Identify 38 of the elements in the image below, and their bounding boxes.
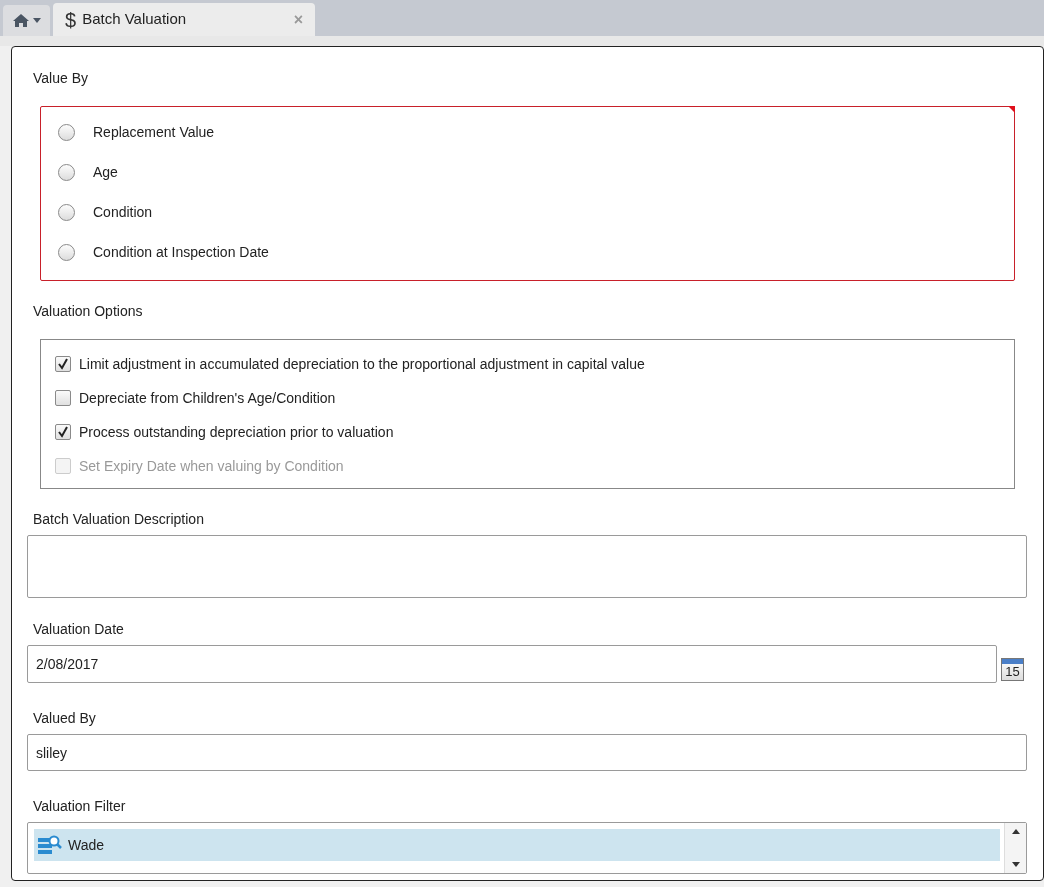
description-field[interactable] bbox=[27, 535, 1027, 598]
checkbox[interactable] bbox=[55, 356, 71, 372]
scroll-up-icon[interactable] bbox=[1011, 829, 1020, 834]
radio-label: Condition at Inspection Date bbox=[93, 242, 269, 262]
caret-icon bbox=[33, 18, 41, 23]
batch-valuation-tab[interactable]: $ Batch Valuation × bbox=[53, 3, 315, 36]
checkbox-label: Depreciate from Children's Age/Condition bbox=[79, 388, 336, 408]
calendar-button[interactable]: 15 bbox=[1001, 657, 1024, 681]
radio-label: Age bbox=[93, 162, 118, 182]
filter-item[interactable]: Wade bbox=[34, 829, 1000, 861]
checkbox-label: Limit adjustment in accumulated depreciation to the proportional adjustment in capital value bbox=[79, 354, 645, 374]
checkbox[interactable] bbox=[55, 424, 71, 440]
date-field[interactable]: 2/08/2017 bbox=[27, 645, 997, 683]
scroll-down-icon[interactable] bbox=[1011, 862, 1020, 867]
filter-label: Wade bbox=[68, 835, 105, 855]
field-label: Batch Valuation Description bbox=[33, 510, 205, 528]
radio-label: Replacement Value bbox=[93, 122, 215, 142]
checkbox-label: Process outstanding depreciation prior to valuation bbox=[79, 422, 394, 442]
field-label: Valuation Filter bbox=[33, 797, 127, 815]
radio-button[interactable] bbox=[58, 203, 75, 221]
radio-button[interactable] bbox=[58, 163, 75, 181]
field-label: Valuation Options bbox=[33, 302, 144, 320]
field-label: Valued By bbox=[33, 709, 97, 727]
radio-button[interactable] bbox=[58, 123, 75, 141]
valued-by-field[interactable]: sliley bbox=[27, 734, 1027, 771]
scrollbar[interactable] bbox=[1004, 823, 1026, 873]
home-icon bbox=[12, 13, 30, 28]
dollar-icon: $ bbox=[65, 4, 77, 35]
checkbox[interactable] bbox=[55, 390, 71, 406]
error-corner-icon bbox=[1008, 106, 1015, 113]
server-search-icon bbox=[38, 835, 62, 855]
home-tab[interactable] bbox=[3, 5, 50, 36]
radio-label: Condition bbox=[93, 202, 153, 222]
field-label: Value By bbox=[33, 69, 89, 87]
tab-label: Batch Valuation bbox=[82, 9, 188, 30]
field-label: Valuation Date bbox=[33, 620, 125, 638]
radio-button[interactable] bbox=[58, 243, 75, 261]
checkbox-label: Set Expiry Date when valuing by Condition bbox=[79, 456, 344, 476]
